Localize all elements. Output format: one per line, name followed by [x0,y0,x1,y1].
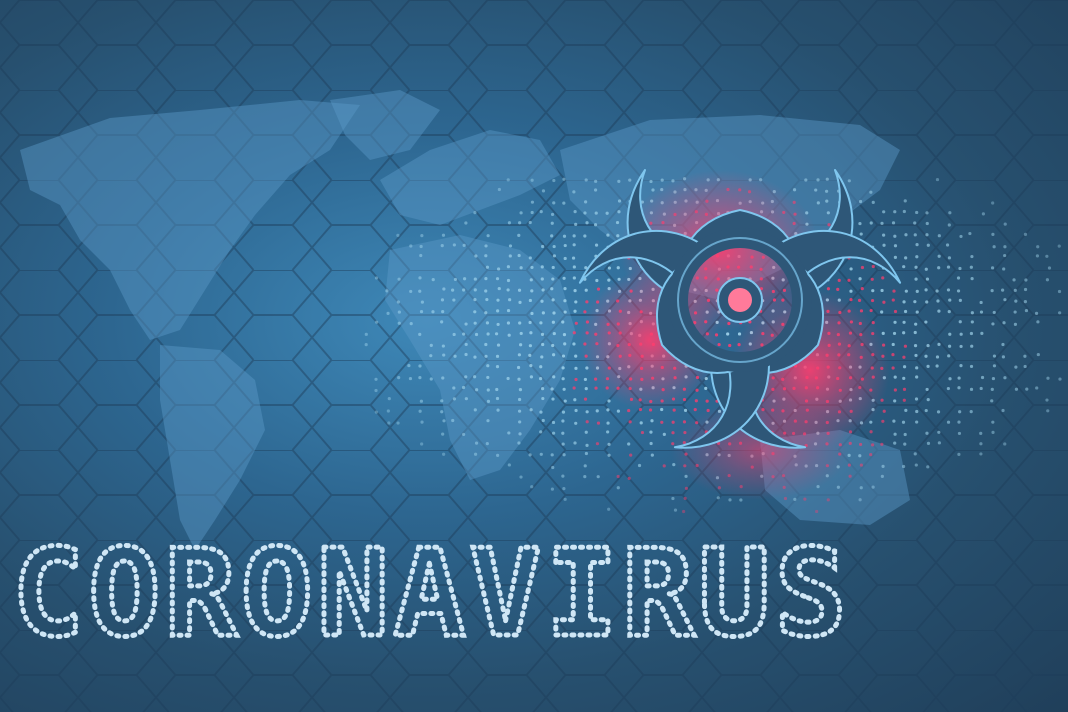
coronavirus-illustration: CORONAVIRUS [0,0,1068,712]
headline-graphic: CORONAVIRUS [12,540,851,650]
headline-text: CORONAVIRUS [12,540,851,650]
